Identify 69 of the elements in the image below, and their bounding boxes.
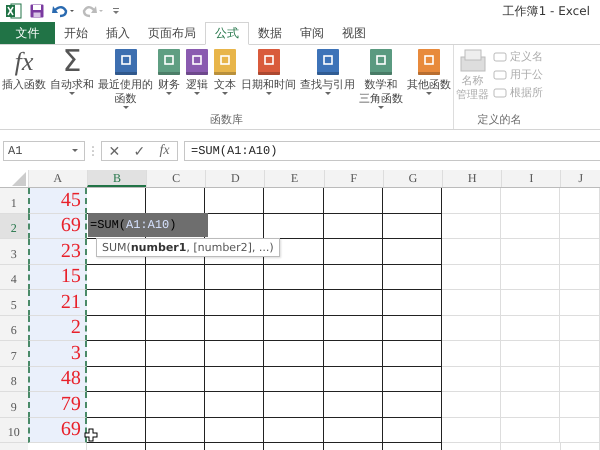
ribbon-button[interactable]: 日期和时间 [239, 45, 298, 112]
cell-value: 69 [60, 418, 81, 442]
excel-logo-icon [6, 3, 22, 19]
formula-bar-button[interactable]: ✓ [127, 142, 152, 160]
row-header[interactable]: 5 [0, 290, 28, 316]
row-header[interactable]: 4 [0, 264, 28, 290]
cell-value: 2 [70, 316, 81, 340]
ribbon-tab[interactable]: 数据 [249, 22, 291, 44]
cell-editor[interactable]: =SUM(A1:A10) [88, 213, 208, 237]
ribbon-button[interactable]: 查找与引用 [298, 45, 357, 112]
cursor-icon [84, 428, 98, 442]
function-tooltip: SUM(number1, [number2], ...) [96, 238, 280, 257]
customize-icon[interactable] [112, 6, 120, 16]
column-header[interactable]: F [324, 170, 383, 187]
column-header[interactable]: C [146, 170, 206, 187]
ribbon-tab[interactable]: 插入 [97, 22, 139, 44]
grip-icon [91, 145, 95, 157]
ribbon-tab[interactable]: 公式 [205, 22, 249, 45]
ribbon-button[interactable]: 其他函数 [405, 45, 453, 112]
tag-icon [493, 86, 507, 98]
row-header[interactable]: 3 [0, 239, 28, 264]
row-header[interactable]: 6 [0, 316, 28, 341]
tag-icon [493, 68, 507, 80]
cell-value: 79 [60, 392, 81, 416]
row-header[interactable]: 8 [0, 366, 28, 392]
cell-value: 48 [60, 367, 81, 390]
group-label: 定义的名 [478, 112, 522, 128]
ribbon-tab[interactable]: 页面布局 [139, 22, 205, 44]
caret-icon [72, 149, 78, 153]
ribbon-button[interactable]: 财务 [155, 45, 183, 112]
cell-value: 45 [60, 188, 81, 212]
ribbon-tab[interactable]: 审阅 [291, 22, 333, 44]
column-header[interactable]: J [560, 170, 600, 187]
formula-field[interactable]: =SUM(A1:A10) [184, 141, 600, 161]
row-header[interactable]: 7 [0, 341, 28, 366]
column-header[interactable]: I [501, 170, 560, 187]
column-header[interactable]: E [264, 170, 324, 187]
group-label: 函数库 [210, 112, 243, 128]
save-icon[interactable] [30, 4, 44, 18]
row-header[interactable]: 9 [0, 392, 28, 418]
row-header[interactable]: 2 [0, 214, 28, 239]
column-header[interactable]: H [442, 170, 502, 187]
ribbon-button[interactable]: fx 插入函数 [0, 45, 48, 112]
ribbon-button[interactable]: 逻辑 [183, 45, 211, 112]
ribbon-tab[interactable]: 开始 [55, 22, 97, 44]
row-header[interactable]: 10 [0, 418, 28, 443]
column-header[interactable]: A [28, 170, 87, 187]
window-title: 工作簿1 - Excel [502, 2, 590, 20]
name-box[interactable]: A1 [3, 141, 85, 161]
ribbon-button[interactable]: 数学和 三角函数 [357, 45, 405, 112]
column-header[interactable]: D [205, 170, 264, 187]
ribbon-button[interactable]: 最近使用的 函数 [96, 45, 155, 112]
column-header[interactable]: G [382, 170, 442, 187]
card-box-icon [458, 47, 486, 73]
ribbon-button[interactable]: Σ 自动求和 [48, 45, 96, 112]
formula-bar-button[interactable]: ✕ [102, 142, 127, 160]
cell-value: 23 [60, 240, 81, 263]
ribbon-tab[interactable]: 视图 [333, 22, 375, 44]
undo-icon[interactable] [52, 4, 74, 18]
file-tab[interactable]: 文件 [0, 22, 55, 44]
cell-value: 21 [60, 290, 81, 314]
column-header[interactable]: B [86, 170, 146, 187]
row-header[interactable]: 1 [0, 188, 28, 214]
formula-bar-button[interactable]: fx [152, 142, 177, 160]
cell-value: 3 [70, 342, 81, 365]
cell-value: 15 [60, 265, 81, 288]
tag-icon [493, 50, 507, 62]
ribbon-button[interactable]: 文本 [211, 45, 239, 112]
cell-value: 69 [60, 214, 81, 238]
